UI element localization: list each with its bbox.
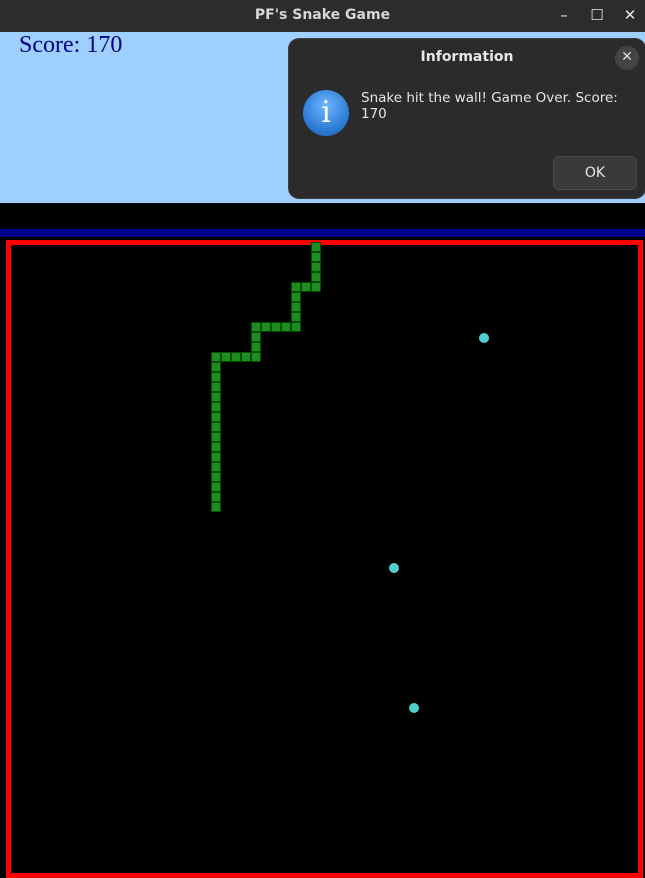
snake-segment (211, 402, 221, 412)
snake-segment (261, 322, 271, 332)
snake-segment (211, 412, 221, 422)
snake-segment (211, 482, 221, 492)
snake-segment (211, 452, 221, 462)
snake-segment (211, 352, 221, 362)
wall-border (6, 240, 643, 878)
spacer (0, 203, 645, 229)
dialog-message: Snake hit the wall! Game Over. Score: 17… (361, 90, 618, 122)
score-label: Score: 170 (19, 32, 123, 58)
snake-segment (291, 292, 301, 302)
snake-segment (241, 352, 251, 362)
snake-segment (211, 472, 221, 482)
snake-segment (291, 312, 301, 322)
snake-segment (281, 322, 291, 332)
snake-segment (211, 442, 221, 452)
window-title: PF's Snake Game (254, 7, 391, 23)
food-item (389, 563, 399, 573)
snake-segment (291, 302, 301, 312)
maximize-button[interactable]: ☐ (585, 4, 609, 28)
snake-segment (251, 332, 261, 342)
snake-segment (231, 352, 241, 362)
snake-segment (211, 422, 221, 432)
snake-segment (311, 282, 321, 292)
snake-segment (211, 432, 221, 442)
snake-segment (211, 502, 221, 512)
board-top-strip (0, 229, 645, 237)
snake-segment (311, 262, 321, 272)
snake-segment (251, 342, 261, 352)
snake-segment (211, 372, 221, 382)
snake-segment (221, 352, 231, 362)
game-board (0, 237, 645, 878)
snake-segment (291, 322, 301, 332)
ok-button[interactable]: OK (553, 156, 637, 190)
minimize-button[interactable]: – (552, 4, 576, 28)
snake-segment (211, 362, 221, 372)
snake-segment (251, 322, 261, 332)
snake-segment (211, 462, 221, 472)
snake-segment (271, 322, 281, 332)
snake-segment (211, 492, 221, 502)
info-dialog: Information ✕ i Snake hit the wall! Game… (289, 39, 645, 198)
title-bar: PF's Snake Game – ☐ ✕ (0, 0, 645, 32)
food-item (479, 333, 489, 343)
snake-segment (211, 382, 221, 392)
snake-segment (311, 252, 321, 262)
food-item (409, 703, 419, 713)
snake-segment (211, 392, 221, 402)
dialog-title: Information (420, 49, 514, 65)
snake-segment (311, 242, 321, 252)
snake-segment (311, 272, 321, 282)
dialog-close-button[interactable]: ✕ (615, 46, 639, 70)
snake-segment (251, 352, 261, 362)
snake-segment (291, 282, 301, 292)
info-icon: i (303, 90, 349, 136)
close-button[interactable]: ✕ (618, 4, 642, 28)
snake-segment (301, 282, 311, 292)
